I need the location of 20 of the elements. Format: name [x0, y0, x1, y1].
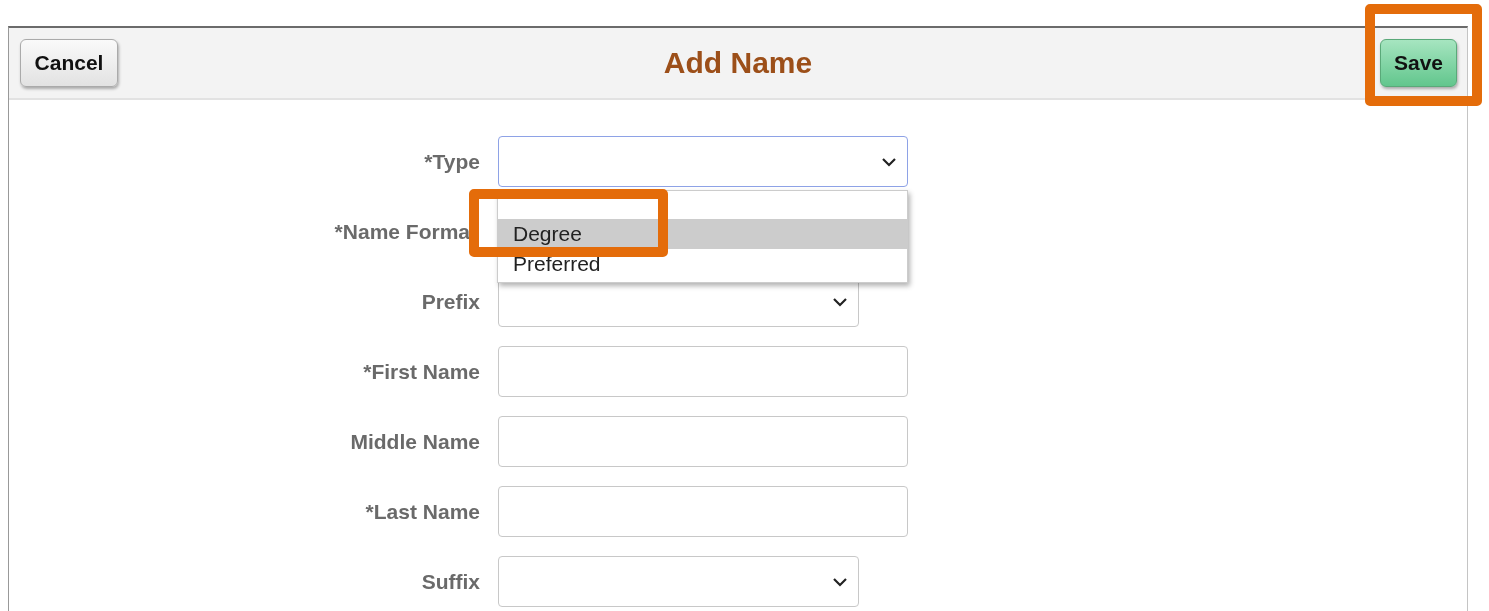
- dropdown-option[interactable]: Degree: [498, 219, 907, 249]
- field-label: *Type: [424, 149, 480, 174]
- field-label: *First Name: [363, 359, 480, 384]
- field-label: *Last Name: [365, 499, 480, 524]
- field-label: Middle Name: [350, 429, 480, 454]
- page-title: Add Name: [663, 46, 813, 79]
- chevron-icon: [832, 296, 848, 307]
- dropdown-option[interactable]: Preferred: [498, 249, 907, 279]
- input-field[interactable]: [498, 346, 908, 397]
- chevron-icon: [832, 576, 848, 587]
- save-button[interactable]: Save: [1380, 39, 1457, 87]
- chevron-icon: [881, 156, 897, 167]
- select-field[interactable]: [498, 136, 908, 187]
- input-field[interactable]: [498, 486, 908, 537]
- select-field[interactable]: [498, 556, 859, 607]
- field-label: *Name Forma: [334, 219, 470, 244]
- input-field[interactable]: [498, 416, 908, 467]
- field-label: Prefix: [421, 289, 480, 314]
- cancel-button[interactable]: Cancel: [20, 39, 118, 87]
- field-label: Suffix: [421, 569, 480, 594]
